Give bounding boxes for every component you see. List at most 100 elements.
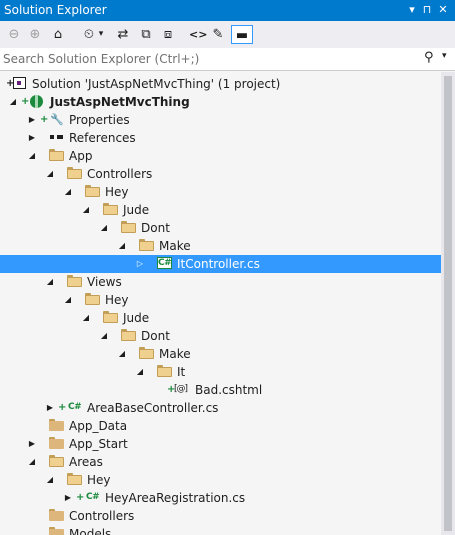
tree-row-folder[interactable]: ◢ Hey [0, 183, 441, 201]
expanded-arrow-icon[interactable]: ◢ [45, 165, 55, 183]
tree-row-file[interactable]: + [@] Bad.cshtml [0, 381, 441, 399]
tree-row-folder[interactable]: ◢ Dont [0, 327, 441, 345]
expanded-arrow-icon[interactable]: ◢ [45, 471, 55, 489]
folder-icon [49, 509, 64, 521]
references-icon [49, 131, 64, 144]
tree-row-label: HeyAreaRegistration.cs [105, 491, 246, 505]
tree-row-folder[interactable]: ◢ Areas [0, 453, 441, 471]
tree-row-folder[interactable]: ◢ Make [0, 345, 441, 363]
tree-row-label: Bad.cshtml [195, 383, 263, 397]
tree-row-folder[interactable]: ◢ It [0, 363, 441, 381]
folder-open-icon [49, 149, 64, 161]
folder-open-icon [157, 365, 172, 377]
collapse-all-icon[interactable]: ⧉ [138, 25, 154, 44]
collapsed-arrow-icon[interactable]: ▶ [63, 489, 73, 507]
expanded-arrow-icon[interactable]: ◢ [81, 309, 91, 327]
tree-row-folder[interactable]: ◢ Make [0, 237, 441, 255]
tree-row-folder[interactable]: App_Data [0, 417, 441, 435]
tree-row-references[interactable]: ▶ References [0, 129, 441, 147]
tree-row-folder[interactable]: Controllers [0, 507, 441, 525]
tree-row-label: App_Start [69, 437, 128, 451]
properties-icon[interactable]: ✎ [210, 25, 226, 44]
back-icon[interactable]: ⊖ [6, 25, 22, 44]
show-all-files-icon[interactable]: ⧈ [160, 25, 176, 44]
forward-icon[interactable]: ⊕ [27, 25, 43, 44]
expanded-arrow-icon[interactable]: ◢ [27, 453, 37, 471]
razor-file-icon: [@] [174, 384, 188, 394]
csharp-file-icon: C# [157, 257, 172, 269]
tree-row-label: Properties [69, 113, 130, 127]
collapsed-arrow-icon[interactable]: ▶ [27, 129, 37, 147]
vertical-scrollbar[interactable] [441, 72, 455, 535]
expanded-arrow-icon[interactable]: ◢ [117, 345, 127, 363]
tree-row-label: JustAspNetMvcThing [50, 95, 190, 109]
preview-selected-items-icon[interactable]: ▬ [231, 25, 253, 44]
close-icon[interactable]: ✕ [436, 2, 450, 18]
scrollbar-thumb[interactable] [444, 76, 452, 531]
tree-row-selected-file[interactable]: ▷ C# ItController.cs [0, 255, 441, 273]
tree-row-folder[interactable]: ▶ App_Start [0, 435, 441, 453]
expanded-arrow-icon[interactable]: ◢ [63, 291, 73, 309]
tree-row-label: Dont [141, 329, 170, 343]
title-bar: Solution Explorer ▾ ⊓ ✕ [0, 0, 455, 21]
tree-row-folder[interactable]: ◢ App [0, 147, 441, 165]
csharp-file-icon: C# [68, 402, 82, 412]
auto-hide-pin-icon[interactable]: ⊓ [420, 2, 434, 18]
expanded-arrow-icon[interactable]: ◢ [99, 219, 109, 237]
pending-changes-filter-icon[interactable]: ⏲ [82, 25, 96, 44]
tree-row-label: Controllers [69, 509, 135, 523]
wrench-icon: 🔧 [50, 113, 64, 126]
expanded-arrow-icon[interactable]: ◢ [63, 183, 73, 201]
web-project-icon [30, 95, 43, 108]
window-title: Solution Explorer [4, 3, 107, 17]
tree-row-label: App [69, 149, 93, 163]
folder-icon [49, 419, 64, 431]
tree-row-folder[interactable]: ◢ Jude [0, 309, 441, 327]
tree-row-solution[interactable]: + Solution 'JustAspNetMvcThing' (1 proje… [0, 75, 441, 93]
tree-row-folder[interactable]: ◢ Controllers [0, 165, 441, 183]
folder-open-icon [85, 293, 100, 305]
collapsed-arrow-icon[interactable]: ▶ [27, 435, 37, 453]
expanded-arrow-icon[interactable]: ◢ [81, 201, 91, 219]
folder-open-icon [121, 221, 136, 233]
expanded-arrow-icon[interactable]: ◢ [27, 147, 37, 165]
expanded-arrow-icon[interactable]: ◢ [117, 237, 127, 255]
search-icon[interactable]: ⚲ [424, 50, 434, 65]
toolbar: ⊖ ⊕ ⌂ ⏲ ▾ ⇄ ⧉ ⧈ <> ✎ ▬ [0, 21, 455, 49]
pending-add-mark: + [58, 402, 67, 413]
folder-open-icon [103, 311, 118, 323]
csharp-file-icon: C# [86, 492, 100, 502]
tree-row-folder[interactable]: ◢ Dont [0, 219, 441, 237]
view-code-icon[interactable]: <> [189, 25, 207, 44]
tree-row-folder[interactable]: ◢ Hey [0, 471, 441, 489]
expanded-arrow-icon[interactable]: ◢ [45, 273, 55, 291]
pending-add-mark: + [76, 492, 85, 503]
tree-row-label: Make [159, 239, 191, 253]
tree-row-folder[interactable]: Models [0, 525, 441, 535]
tree-row-label: Jude [123, 203, 150, 217]
tree-row-folder[interactable]: ◢ Hey [0, 291, 441, 309]
filter-dropdown-icon[interactable]: ▾ [96, 25, 106, 44]
tree-row-project[interactable]: ◢ + JustAspNetMvcThing [0, 93, 441, 111]
collapsed-arrow-icon[interactable]: ▶ [27, 111, 37, 129]
tree-row-file[interactable]: ▶ + C# HeyAreaRegistration.cs [0, 489, 441, 507]
expanded-arrow-icon[interactable]: ◢ [8, 93, 18, 111]
sync-with-active-document-icon[interactable]: ⇄ [115, 25, 131, 44]
tree-row-folder[interactable]: ◢ Views [0, 273, 441, 291]
collapsed-arrow-icon[interactable]: ▷ [135, 255, 145, 273]
collapsed-arrow-icon[interactable]: ▶ [45, 399, 55, 417]
window-position-dropdown-icon[interactable]: ▾ [405, 2, 419, 18]
home-icon[interactable]: ⌂ [49, 25, 67, 44]
tree-row-label: Hey [87, 473, 111, 487]
tree-row-folder[interactable]: ◢ Jude [0, 201, 441, 219]
tree-row-properties[interactable]: ▶ + 🔧 Properties [0, 111, 441, 129]
folder-open-icon [67, 167, 82, 179]
tree-row-file[interactable]: ▶ + C# AreaBaseController.cs [0, 399, 441, 417]
folder-icon [49, 527, 64, 535]
search-input[interactable] [3, 51, 418, 67]
tree-row-label: References [69, 131, 136, 145]
expanded-arrow-icon[interactable]: ◢ [135, 363, 145, 381]
expanded-arrow-icon[interactable]: ◢ [99, 327, 109, 345]
pending-add-mark: + [40, 114, 49, 125]
search-options-dropdown-icon[interactable]: ▾ [442, 51, 447, 61]
